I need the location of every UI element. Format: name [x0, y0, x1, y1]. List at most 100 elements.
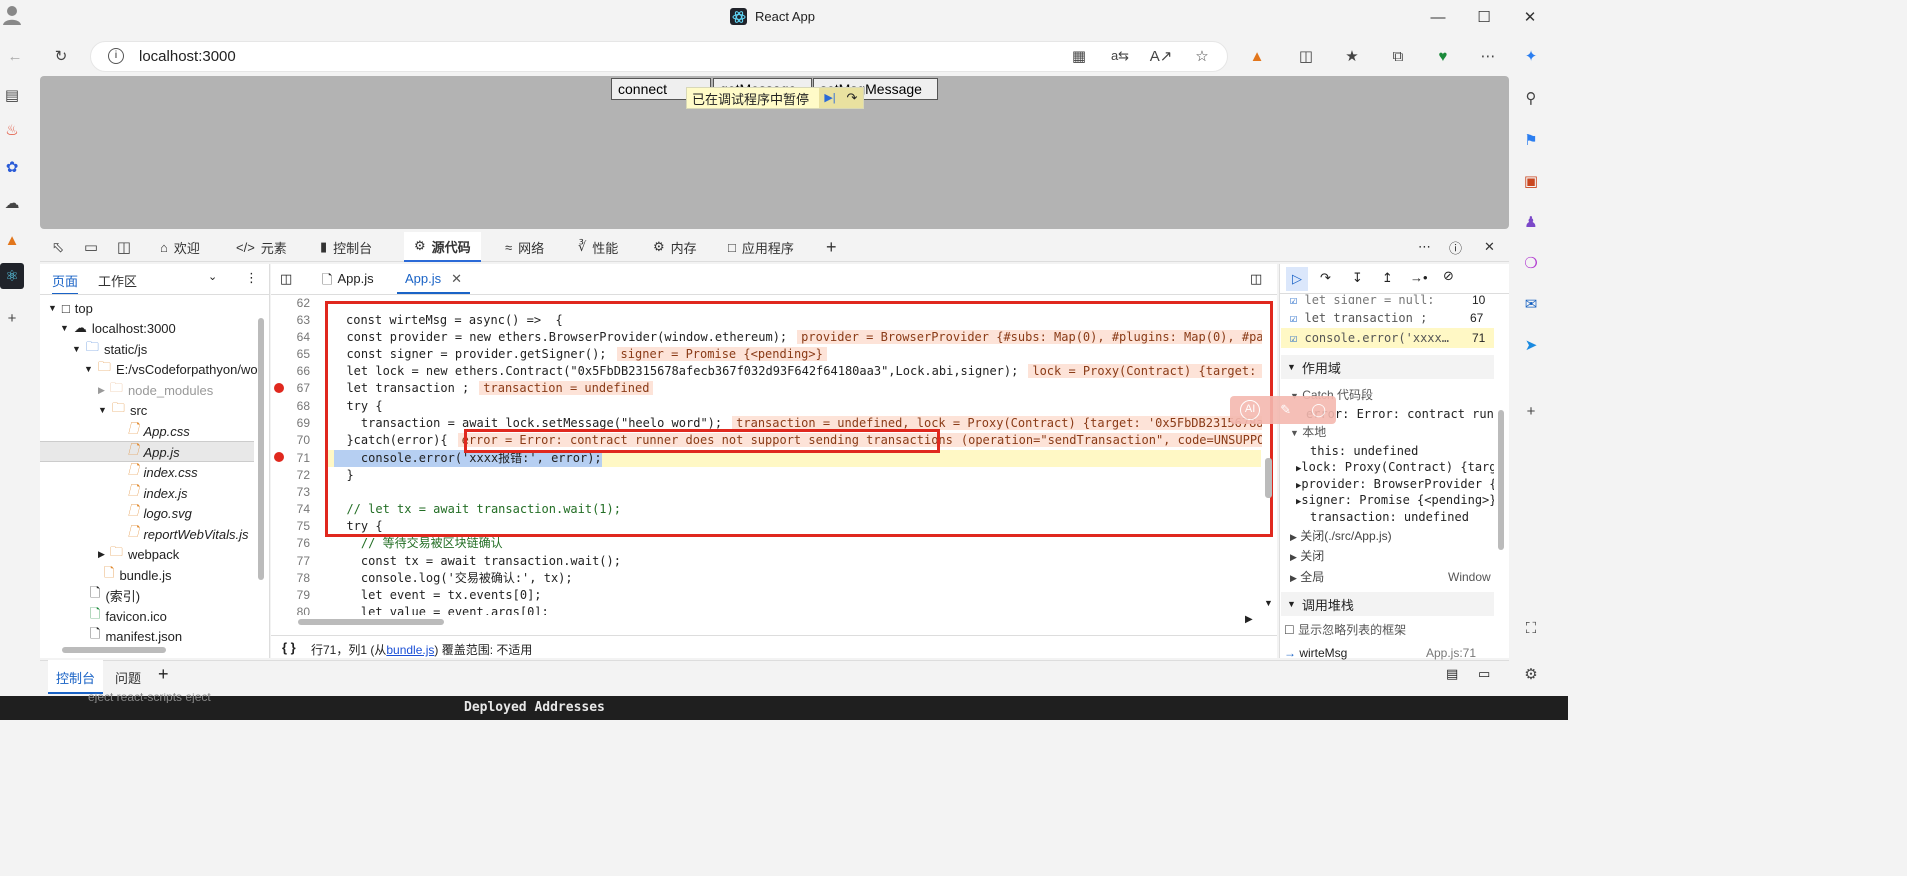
scope-transaction[interactable]: transaction: undefined [1310, 509, 1469, 526]
close-devtools-icon[interactable]: ✕ [1484, 232, 1495, 262]
line-number[interactable]: 80 [280, 604, 310, 615]
apps-icon[interactable]: ▦ [1066, 43, 1092, 69]
tab-performance[interactable]: ∛ 性能 [578, 232, 618, 262]
drawer-tab-issues[interactable]: 问题 [115, 668, 141, 687]
site-info-icon[interactable]: i [108, 48, 124, 64]
cloud-icon[interactable]: ☁ [0, 190, 24, 216]
device-emulation-icon[interactable]: ▭ [78, 234, 104, 260]
editor-tab-appjs-1[interactable]: 🗋 App.js [322, 271, 374, 293]
search-circle-icon[interactable]: ◯ [1311, 402, 1326, 418]
search-icon[interactable]: ⚲ [1518, 85, 1544, 111]
tab-workspace[interactable]: 工作区 [98, 271, 137, 290]
favorite-icon[interactable]: ☆ [1189, 43, 1215, 69]
tree-index-js[interactable]: 🗋 index.js [128, 483, 188, 503]
performance-icon[interactable]: ♥ [1430, 43, 1456, 69]
tree-localhost[interactable]: ▼ ☁ localhost:3000 [60, 318, 176, 338]
checkbox-icon[interactable]: ☑ [1290, 311, 1297, 325]
tree-node-modules[interactable]: ▶ 🗀 node_modules [98, 380, 213, 400]
maximize-icon[interactable]: ☐ [1461, 0, 1507, 34]
closure-scope[interactable]: ▶ 关闭 [1290, 548, 1324, 565]
scope-this[interactable]: this: undefined [1310, 443, 1418, 460]
split-screen-icon[interactable]: ◫ [1293, 43, 1319, 69]
tree-index-css[interactable]: 🗋 index.css [128, 462, 198, 482]
tree-src[interactable]: ▼ 🗀 src [98, 400, 147, 420]
tree-report-web-vitals[interactable]: 🗋 reportWebVitals.js [128, 524, 248, 544]
tab-sources[interactable]: ⚙ 源代码 [404, 232, 481, 262]
tab-console[interactable]: ▮ 控制台 [320, 232, 372, 262]
line-number[interactable]: 77 [280, 553, 310, 570]
help-icon[interactable]: ⓘ [1449, 232, 1462, 262]
checkbox-icon[interactable]: ☐ [1284, 623, 1295, 637]
favorites-icon[interactable]: ★ [1339, 43, 1365, 69]
new-tab-icon[interactable]: + [0, 305, 24, 331]
toolbox-icon[interactable]: ▣ [1518, 168, 1544, 194]
tree-app-css[interactable]: 🗋 App.css [128, 421, 190, 441]
react-tab-icon[interactable]: ⚛ [0, 263, 24, 289]
games-icon[interactable]: ♟ [1518, 209, 1544, 235]
step-over-icon[interactable]: ↷ [841, 88, 863, 108]
navigator-hscrollbar[interactable] [62, 647, 166, 653]
outlook-icon[interactable]: ✉ [1518, 291, 1544, 317]
translate-icon[interactable]: a⇆ [1107, 43, 1133, 69]
copilot-icon[interactable]: ✦ [1518, 43, 1544, 69]
toggle-navigator-icon[interactable]: ◫ [280, 271, 292, 287]
drawer-close-icon[interactable]: ▭ [1478, 666, 1490, 682]
tree-webpack[interactable]: ▶ 🗀 webpack [98, 544, 179, 564]
line-number[interactable]: 68 [280, 398, 310, 415]
step-icon[interactable]: →• [1410, 270, 1428, 285]
tree-app-js[interactable]: 🗋 App.js [128, 442, 180, 462]
drawer-undock-icon[interactable]: ▤ [1446, 666, 1458, 682]
line-number[interactable]: 75 [280, 518, 310, 535]
line-number[interactable]: 62 [280, 295, 310, 312]
scope-section-header[interactable]: ▼ 作用域 [1281, 355, 1494, 379]
tab-memory[interactable]: ⚙ 内存 [653, 232, 697, 262]
more-tools-icon[interactable]: ⋯ [1418, 232, 1431, 262]
line-number[interactable]: 67 [280, 380, 310, 397]
breakpoint-item[interactable]: ☑ let signer = null; [1290, 292, 1490, 304]
scope-lock[interactable]: ▶lock: Proxy(Contract) {targe [1296, 459, 1494, 476]
tree-index[interactable]: 🗋 (索引) [90, 585, 140, 605]
tab-actions-icon[interactable]: ▤ [0, 82, 24, 108]
refresh-icon[interactable]: ↻ [48, 43, 74, 69]
read-aloud-icon[interactable]: A↗ [1148, 43, 1174, 69]
line-number[interactable]: 63 [280, 312, 310, 329]
pretty-print-icon[interactable]: { } [282, 640, 296, 655]
checkbox-icon[interactable]: ☑ [1290, 331, 1297, 345]
global-scope[interactable]: ▶ 全局 [1290, 569, 1324, 586]
tree-static-js[interactable]: ▼ 🗀 static/js [72, 339, 147, 359]
deactivate-breakpoints-icon[interactable]: ⊘ [1443, 268, 1454, 284]
minimize-icon[interactable]: — [1415, 0, 1461, 34]
drawer-add-icon[interactable]: + [158, 664, 169, 685]
profile-avatar[interactable] [2, 4, 22, 26]
toggle-debugger-icon[interactable]: ◫ [1250, 271, 1262, 287]
breakpoint-item[interactable]: ☑ console.error('xxxx… [1290, 330, 1449, 347]
edit-icon[interactable]: ✎ [1280, 402, 1291, 418]
collections-icon[interactable]: ⧉ [1385, 43, 1411, 69]
line-number[interactable]: 79 [280, 587, 310, 604]
tree-favicon[interactable]: 🗋 favicon.ico [90, 606, 167, 626]
show-ignored-frames[interactable]: ☐ 显示忽略列表的框架 [1284, 622, 1406, 639]
line-number[interactable]: 76 [280, 535, 310, 552]
tag-icon[interactable]: ⚑ [1518, 127, 1544, 153]
closure-app-scope[interactable]: ▶ 关闭(./src/App.js) [1290, 528, 1392, 545]
ai-floating-toolbar[interactable]: AI ✎ ◯ [1230, 396, 1336, 424]
close-tab-icon[interactable]: ✕ [451, 271, 462, 292]
scroll-right-icon[interactable]: ▶ [1245, 614, 1253, 625]
paw-icon[interactable]: ✿ [0, 154, 24, 180]
line-number[interactable]: 69 [280, 415, 310, 432]
chevron-down-icon[interactable]: ⌄ [208, 270, 217, 283]
tab-application[interactable]: □ 应用程序 [728, 232, 794, 262]
tree-logo-svg[interactable]: 🗋 logo.svg [128, 503, 192, 523]
editor-vscrollbar[interactable] [1265, 458, 1272, 498]
add-tab-icon[interactable]: + [826, 232, 837, 262]
url-text[interactable]: localhost:3000 [139, 48, 236, 65]
callstack-section-header[interactable]: ▼ 调用堆栈 [1281, 592, 1494, 616]
navigator-scrollbar[interactable] [258, 318, 264, 580]
address-bar[interactable] [90, 41, 1228, 72]
tree-project-folder[interactable]: ▼ 🗀 E:/vsCodeforpathyon/wo [84, 359, 270, 379]
tree-bundle-js[interactable]: 🗋 bundle.js [104, 565, 172, 585]
close-window-icon[interactable]: ✕ [1507, 0, 1553, 34]
line-number[interactable]: 72 [280, 467, 310, 484]
fox-icon[interactable]: ▲ [0, 227, 24, 253]
tab-page[interactable]: 页面 [52, 271, 79, 295]
